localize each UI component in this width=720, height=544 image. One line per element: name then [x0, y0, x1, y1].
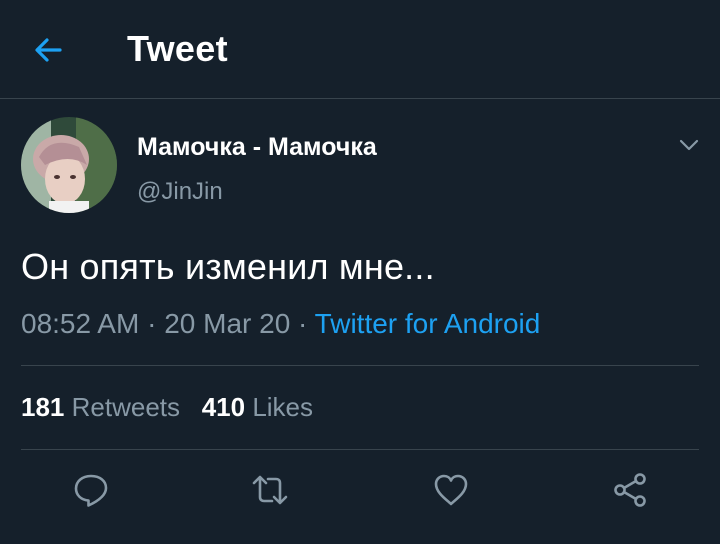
retweets-label: Retweets — [71, 392, 181, 422]
tweet-time: 08:52 AM — [21, 308, 140, 339]
likes-count: 410 — [201, 392, 246, 422]
top-bar: Tweet — [0, 0, 720, 99]
likes-stat[interactable]: 410 Likes — [202, 392, 313, 422]
page-title: Tweet — [127, 28, 228, 69]
retweet-icon[interactable] — [250, 470, 290, 510]
display-name[interactable]: Мамочка - Мамочка — [137, 133, 377, 162]
tweet-stats: 181 Retweets 410 Likes — [21, 392, 313, 423]
meta-separator: · — [139, 308, 165, 339]
reply-icon[interactable] — [71, 470, 111, 510]
arrow-left-icon[interactable] — [30, 32, 66, 68]
tweet-text: Он опять изменил мне... — [21, 246, 435, 287]
heart-icon[interactable] — [431, 470, 471, 510]
share-icon[interactable] — [610, 470, 650, 510]
retweets-stat[interactable]: 181 Retweets — [21, 392, 180, 422]
tweet-date: 20 Mar 20 — [164, 308, 291, 339]
divider — [21, 365, 699, 366]
likes-label: Likes — [252, 392, 314, 422]
retweets-count: 181 — [21, 392, 65, 422]
user-handle[interactable]: @JinJin — [137, 178, 223, 206]
meta-separator: · — [290, 308, 315, 339]
avatar[interactable] — [21, 117, 117, 213]
tweet-source-link[interactable]: Twitter for Android — [315, 308, 541, 339]
divider — [21, 449, 699, 450]
chevron-down-icon[interactable] — [676, 132, 702, 158]
tweet-metadata: 08:52 AM · 20 Mar 20 · Twitter for Andro… — [21, 308, 540, 340]
